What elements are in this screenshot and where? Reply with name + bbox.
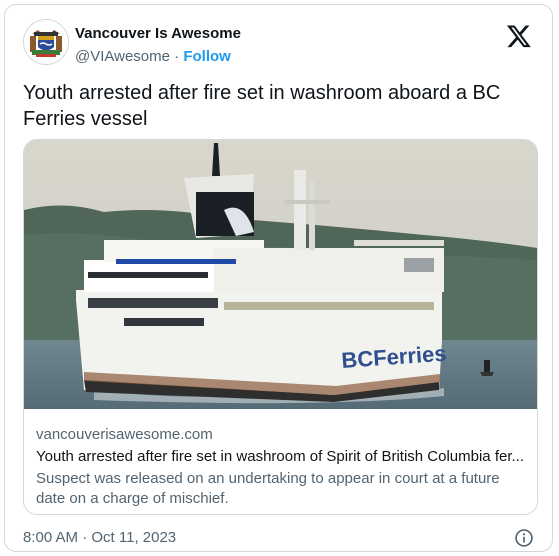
post-header: Vancouver Is Awesome @VIAwesome · Follow: [23, 19, 534, 71]
info-icon[interactable]: [514, 528, 534, 548]
post-timestamp[interactable]: 8:00 AM · Oct 11, 2023: [23, 529, 176, 546]
link-meta: vancouverisawesome.com Youth arrested af…: [36, 425, 525, 509]
author-subline: @VIAwesome · Follow: [75, 47, 241, 67]
author-avatar[interactable]: [23, 19, 69, 65]
link-description: Suspect was released on an undertaking t…: [36, 470, 500, 507]
author-handle[interactable]: @VIAwesome: [75, 48, 170, 65]
ferry-photo: BCFerries: [24, 140, 537, 409]
coat-of-arms-icon: [24, 20, 68, 64]
link-domain[interactable]: vancouverisawesome.com: [36, 425, 525, 445]
author-info: Vancouver Is Awesome @VIAwesome · Follow: [75, 25, 241, 67]
separator-dot: ·: [174, 48, 180, 65]
follow-button[interactable]: Follow: [183, 48, 231, 65]
embedded-post-card: Vancouver Is Awesome @VIAwesome · Follow…: [4, 4, 553, 552]
post-text: Youth arrested after fire set in washroo…: [23, 82, 501, 130]
link-title[interactable]: Youth arrested after fire set in washroo…: [36, 447, 525, 467]
x-logo-icon[interactable]: [506, 23, 532, 49]
link-preview-card[interactable]: BCFerries vancouverisawesome.com Youth a…: [23, 139, 538, 515]
author-name[interactable]: Vancouver Is Awesome: [75, 25, 241, 43]
